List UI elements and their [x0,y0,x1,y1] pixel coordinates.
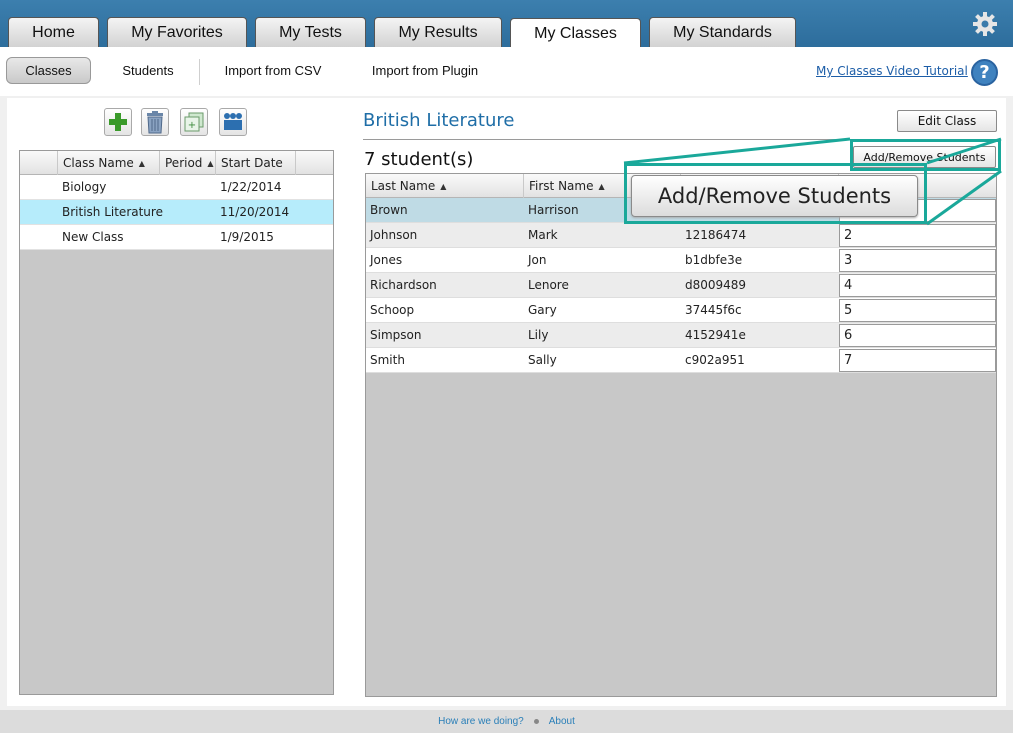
feedback-link[interactable]: How are we doing? [438,716,524,727]
footer: How are we doing? About [0,710,1013,733]
about-link[interactable]: About [549,716,575,727]
callout-connector [623,137,1002,226]
callout-add-remove-students: Add/Remove Students [631,175,918,217]
separator-dot [533,719,539,724]
